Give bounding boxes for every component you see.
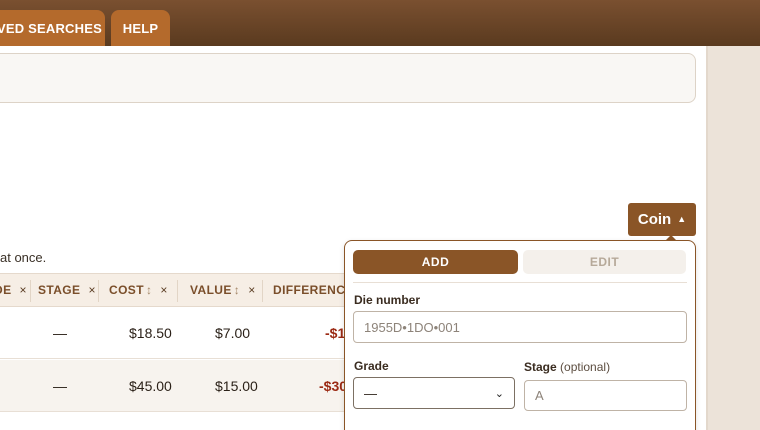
grade-label: Grade xyxy=(354,359,389,373)
grade-select[interactable]: — ⌄ xyxy=(353,377,515,409)
cell-stage: — xyxy=(53,325,67,341)
tab-help-label: HELP xyxy=(122,20,159,36)
tab-saved-searches[interactable]: VED SEARCHES xyxy=(0,10,105,46)
stage-placeholder: A xyxy=(535,388,544,403)
stage-field[interactable]: A xyxy=(524,380,687,411)
close-icon[interactable]: × xyxy=(248,283,255,297)
cell-stage: — xyxy=(53,378,67,394)
die-number-placeholder: 1955D•1DO•001 xyxy=(364,319,460,335)
close-icon[interactable]: × xyxy=(160,283,167,297)
column-header-value[interactable]: VALUE ↕ × xyxy=(190,274,256,306)
top-nav-bar: VED SEARCHES HELP xyxy=(0,0,760,46)
sort-icon[interactable]: ↕ xyxy=(146,283,152,297)
die-number-label: Die number xyxy=(354,293,421,307)
cell-value: $15.00 xyxy=(215,378,258,394)
die-number-field[interactable]: 1955D•1DO•001 xyxy=(353,311,687,343)
column-label: DIFFERENCE xyxy=(273,283,354,297)
search-input[interactable] xyxy=(0,53,696,103)
grade-selected-value: — xyxy=(364,385,377,401)
table-row[interactable]: — $45.00 $15.00 -$30 xyxy=(0,360,350,412)
column-label: VALUE xyxy=(190,283,232,297)
column-divider xyxy=(262,280,263,302)
column-divider xyxy=(30,280,31,302)
column-divider xyxy=(98,280,99,302)
column-header-grade[interactable]: DE × xyxy=(0,274,27,306)
coin-menu-button[interactable]: Coin ▲ xyxy=(628,203,696,236)
coin-add-popover: ADD EDIT Die number 1955D•1DO•001 Grade … xyxy=(344,240,696,430)
column-label: DE xyxy=(0,283,12,297)
table-row[interactable]: — $18.50 $7.00 -$1 xyxy=(0,307,350,359)
column-label: STAGE xyxy=(38,283,81,297)
divider xyxy=(353,282,687,283)
cell-cost: $18.50 xyxy=(129,325,172,341)
tab-help[interactable]: HELP xyxy=(111,10,170,46)
hint-text: at once. xyxy=(0,250,47,265)
cell-difference: -$1 xyxy=(325,325,346,341)
close-icon[interactable]: × xyxy=(88,283,95,297)
table-row[interactable] xyxy=(0,413,350,430)
column-header-difference[interactable]: DIFFERENCE xyxy=(273,274,354,306)
chevron-down-icon: ⌄ xyxy=(494,387,504,400)
column-divider xyxy=(177,280,178,302)
cell-difference: -$30 xyxy=(319,378,348,394)
table-header: DE × STAGE × COST ↕ × VALUE ↕ × DIFFEREN… xyxy=(0,273,353,307)
close-icon[interactable]: × xyxy=(19,283,26,297)
add-mode-button[interactable]: ADD xyxy=(353,250,518,274)
column-header-cost[interactable]: COST ↕ × xyxy=(109,274,168,306)
stage-label-text: Stage xyxy=(524,360,557,374)
stage-label: Stage (optional) xyxy=(524,360,610,374)
caret-up-icon: ▲ xyxy=(677,214,687,224)
right-side-panel xyxy=(708,46,760,430)
cell-value: $7.00 xyxy=(215,325,251,341)
column-header-stage[interactable]: STAGE × xyxy=(38,274,96,306)
coin-button-label: Coin xyxy=(637,211,672,228)
edit-mode-button[interactable]: EDIT xyxy=(523,250,686,274)
sort-icon[interactable]: ↕ xyxy=(234,283,240,297)
column-label: COST xyxy=(109,283,144,297)
cell-cost: $45.00 xyxy=(129,378,172,394)
stage-optional-text: (optional) xyxy=(560,360,611,374)
tab-saved-searches-label: VED SEARCHES xyxy=(0,20,102,36)
